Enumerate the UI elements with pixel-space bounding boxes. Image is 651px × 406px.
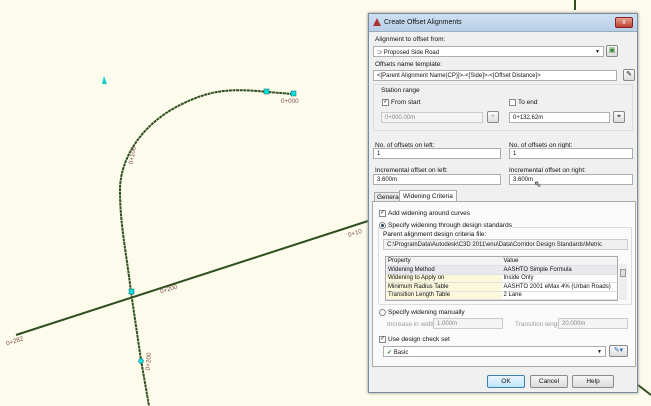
value-cell: AASHTO Simple Formula: [501, 265, 617, 275]
edit-template-button[interactable]: ✎: [623, 69, 635, 81]
check-set-label: Use design check set: [388, 336, 450, 343]
check-set-value: Basic: [393, 350, 409, 356]
offsets-left-input[interactable]: 1: [373, 148, 501, 159]
inc-left-label: Incremental offset on left:: [375, 167, 448, 174]
inc-right-input[interactable]: 3.600m: [509, 174, 633, 185]
inc-left-input[interactable]: 3.600m: [373, 174, 501, 185]
to-station-input[interactable]: 0+132.62m: [509, 112, 610, 123]
to-end-checkbox[interactable]: [509, 99, 516, 106]
standards-label: Specify widening through design standard…: [388, 222, 512, 229]
manual-label: Specify widening manually: [388, 309, 465, 316]
table-row[interactable]: Widening Method AASHTO Simple Formula: [386, 265, 617, 275]
increase-input[interactable]: 1.000m: [433, 318, 503, 329]
alignment-select[interactable]: ⊃ Proposed Side Road ▼: [373, 46, 604, 57]
grip-handle[interactable]: [128, 288, 135, 295]
template-input[interactable]: <[Parent Alignment Name(CP)]>-<[Side]>-<…: [373, 70, 617, 81]
header-value: Value: [501, 257, 617, 266]
add-widening-checkbox[interactable]: ✓: [379, 210, 386, 217]
help-button[interactable]: Help: [572, 375, 614, 388]
pick-end-station-button[interactable]: ⌖: [613, 111, 625, 123]
manual-radio[interactable]: [379, 309, 386, 316]
offsets-right-input[interactable]: 1: [509, 148, 633, 159]
criteria-file-path: C:\ProgramData\Autodesk\C3D 2011\enu\Dat…: [383, 239, 628, 250]
from-station-input[interactable]: 0+000.00m: [381, 112, 483, 123]
pick-alignment-button[interactable]: ▣: [606, 45, 618, 57]
grip-handle[interactable]: [138, 358, 144, 364]
template-label: Offsets name template:: [375, 61, 443, 68]
inc-right-label: Incremental offset on right:: [509, 167, 586, 174]
check-set-icon: ✔: [387, 350, 394, 356]
standards-radio[interactable]: [379, 222, 386, 229]
property-cell: Minimum Radius Table: [386, 282, 502, 292]
criteria-file-label: Parent alignment design criteria file:: [383, 231, 487, 238]
value-cell: 2 Lane: [501, 291, 617, 300]
add-widening-label: Add widening around curves: [388, 210, 471, 217]
transition-input[interactable]: 20.000m: [558, 318, 628, 329]
alignment-label: Alignment to offset from:: [375, 36, 446, 43]
check-set-select[interactable]: ✔ Basic ▼: [383, 346, 606, 357]
criteria-table[interactable]: Property Value Widening Method AASHTO Simp…: [385, 256, 618, 301]
property-cell: Widening Method: [386, 265, 502, 275]
edit-check-set-button[interactable]: ✎▾: [609, 345, 628, 357]
value-cell: Inside Only: [501, 274, 617, 283]
cursor-icon: ⇖: [534, 179, 542, 189]
dialog-title: Create Offset Alignments: [384, 19, 462, 26]
main-road-alignment: [15, 220, 369, 336]
table-row[interactable]: Widening to Apply on Inside Only: [386, 274, 617, 283]
value-cell: AASHTO 2001 eMax 4% (Urban Roads): [501, 282, 617, 292]
property-cell: Widening to Apply on: [386, 274, 502, 283]
grip-handle[interactable]: [290, 90, 297, 97]
to-end-label: To end: [518, 99, 538, 106]
app-icon: [373, 18, 381, 26]
alignment-value: Proposed Side Road: [383, 50, 440, 56]
header-property: Property: [386, 257, 502, 266]
alignment-icon: ⊃: [377, 50, 384, 56]
table-scrollbar[interactable]: [619, 264, 627, 300]
chevron-down-icon: ▼: [595, 49, 600, 55]
increase-label: Increase in width:: [387, 321, 438, 328]
station-label: 0+000: [281, 98, 299, 105]
title-bar[interactable]: Create Offset Alignments x: [369, 14, 637, 32]
create-offset-alignments-dialog: Create Offset Alignments x Alignment to …: [368, 13, 638, 393]
chevron-down-icon: ▼: [597, 349, 602, 355]
table-row[interactable]: Transition Length Table 2 Lane: [386, 291, 617, 300]
property-cell: Transition Length Table: [386, 291, 502, 300]
station-range-title: Station range: [381, 87, 420, 94]
north-marker-icon: [102, 76, 107, 84]
from-start-checkbox[interactable]: ✓: [382, 99, 389, 106]
ok-button[interactable]: OK: [487, 375, 525, 388]
check-set-checkbox[interactable]: ✓: [379, 336, 386, 343]
pick-start-station-button[interactable]: ⌖: [487, 111, 499, 123]
from-start-label: From start: [391, 99, 421, 106]
cancel-button[interactable]: Cancel: [530, 375, 568, 388]
close-button[interactable]: x: [615, 17, 633, 28]
table-row[interactable]: Minimum Radius Table AASHTO 2001 eMax 4% …: [386, 282, 617, 292]
grip-handle[interactable]: [263, 88, 270, 95]
